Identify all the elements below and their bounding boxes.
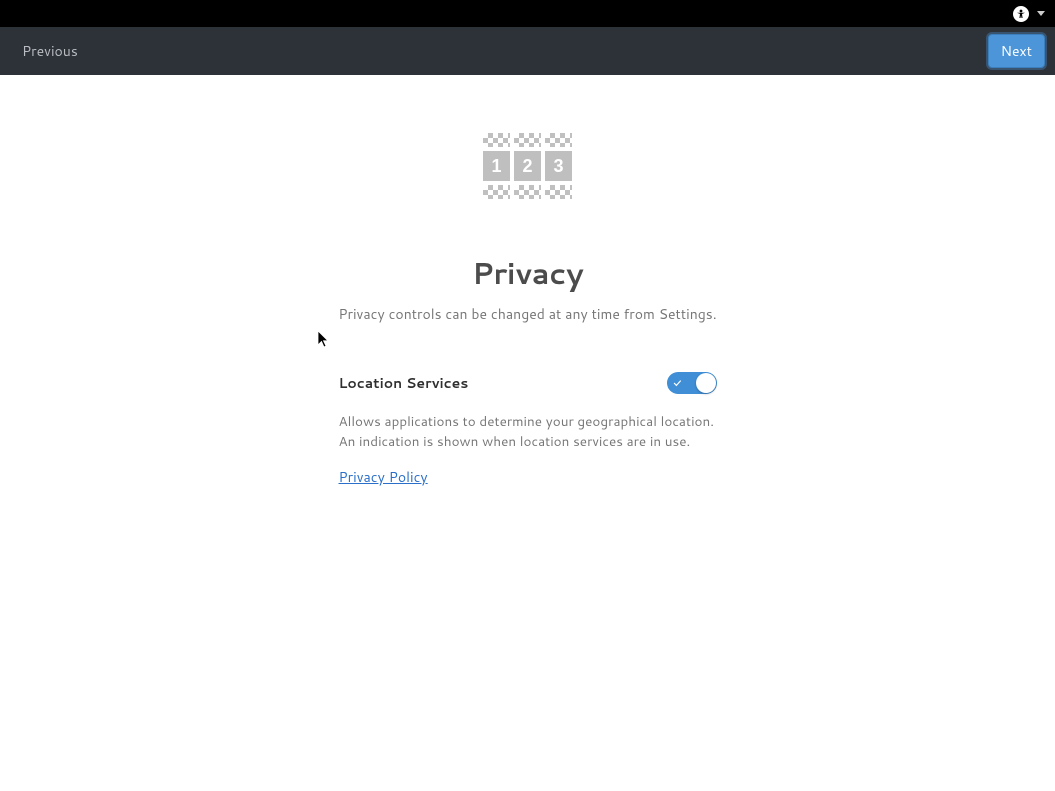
previous-button[interactable]: Previous (10, 35, 90, 67)
privacy-policy-link[interactable]: Privacy Policy (339, 467, 428, 487)
next-button[interactable]: Next (988, 34, 1045, 68)
main-content: 1 2 3 Privacy Privacy controls can be ch… (0, 75, 1055, 488)
toggle-knob (696, 373, 716, 393)
system-topbar (0, 0, 1055, 27)
check-icon: ✓ (674, 375, 682, 391)
accessibility-icon[interactable] (1013, 6, 1029, 22)
privacy-hero-graphic: 1 2 3 (483, 133, 573, 215)
hero-block-2: 2 (514, 151, 541, 181)
setting-description: Allows applications to determine your ge… (339, 412, 717, 451)
setting-title: Location Services (339, 373, 469, 393)
location-services-toggle[interactable]: ✓ (667, 372, 717, 394)
location-services-setting: Location Services ✓ Allows applications … (339, 372, 717, 488)
page-subtitle: Privacy controls can be changed at any t… (338, 304, 716, 324)
chevron-down-icon[interactable] (1037, 11, 1045, 16)
wizard-nav-bar: Previous Next (0, 27, 1055, 75)
hero-block-1: 1 (483, 151, 510, 181)
page-title: Privacy (472, 251, 583, 294)
hero-block-3: 3 (545, 151, 572, 181)
